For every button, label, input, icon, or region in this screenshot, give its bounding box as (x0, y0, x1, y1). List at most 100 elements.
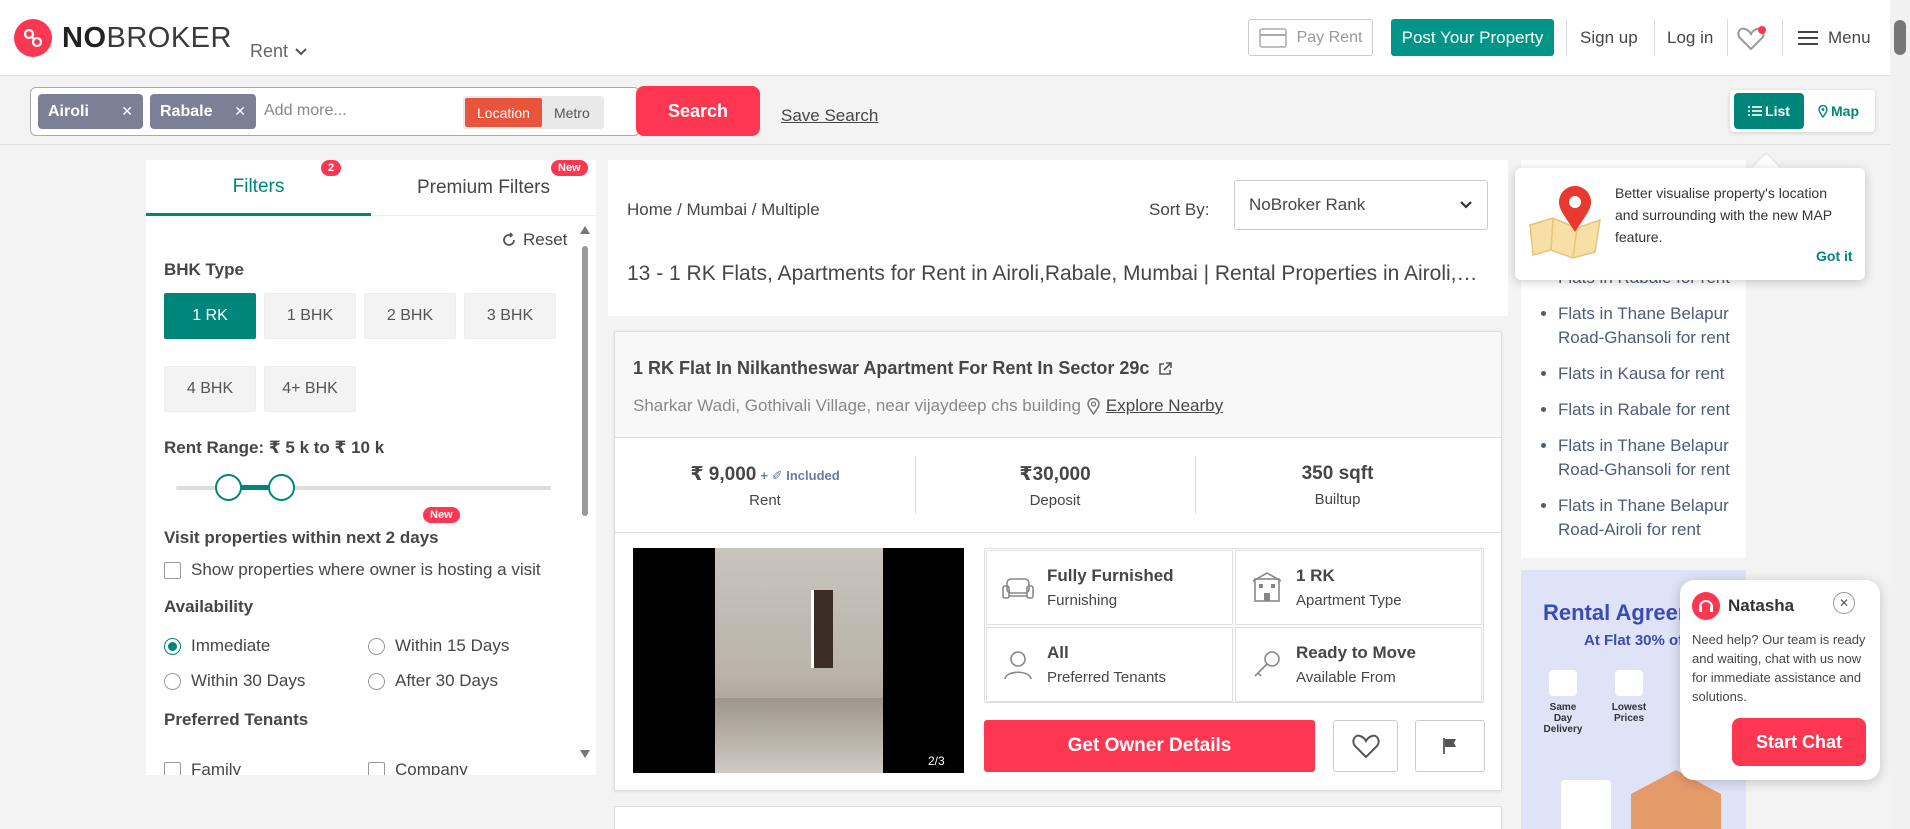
sort-by-label: Sort By: (1149, 200, 1210, 219)
get-owner-details-button[interactable]: Get Owner Details (984, 720, 1315, 772)
map-view-button[interactable]: Map (1818, 103, 1859, 119)
sign-up-link[interactable]: Sign up (1580, 28, 1638, 48)
agent-avatar (1692, 592, 1720, 620)
availability-label: Availability (164, 597, 254, 616)
max-rent-handle[interactable] (268, 474, 295, 501)
property-stats: ₹ 9,000 + ✐ Included Rent ₹30,000 Deposi… (615, 438, 1501, 533)
checkbox-label: Show properties where owner is hosting a… (191, 560, 541, 579)
availability-immediate[interactable]: Immediate (164, 636, 270, 656)
amenity-label: Preferred Tenants (1047, 669, 1166, 686)
shortlist-heart-icon[interactable] (1737, 26, 1767, 56)
filter-scrollbar[interactable] (580, 222, 590, 762)
post-property-button[interactable]: Post Your Property (1391, 19, 1554, 56)
logo-mark-icon (14, 19, 52, 57)
amenity-value: All (1047, 643, 1069, 662)
rent-label: Rent (749, 491, 781, 509)
locality-search-box[interactable]: Airoli ✕ Rabale ✕ Add more... Location M… (30, 87, 640, 136)
reset-label: Reset (523, 230, 568, 249)
locality-chip[interactable]: Airoli ✕ (38, 94, 143, 129)
location-toggle[interactable]: Location (465, 98, 542, 127)
checkbox[interactable] (164, 761, 181, 775)
radio-button[interactable] (368, 672, 385, 690)
start-chat-button[interactable]: Start Chat (1732, 718, 1866, 766)
bhk-option-4plus-bhk[interactable]: 4+ BHK (264, 366, 356, 412)
pay-rent-button[interactable]: Pay Rent (1248, 19, 1373, 56)
bhk-option-1bhk[interactable]: 1 BHK (264, 293, 356, 339)
credit-card-icon (1258, 27, 1287, 48)
min-rent-handle[interactable] (215, 474, 242, 501)
rent-included-note: + ✐ Included (760, 467, 840, 483)
related-link[interactable]: Flats in Thane Belapur Road-Ghansoli for… (1558, 302, 1738, 350)
related-link[interactable]: Flats in Kausa for rent (1558, 362, 1738, 386)
map-illustration-icon (1529, 186, 1601, 259)
explore-nearby-link[interactable]: Explore Nearby (1106, 396, 1223, 416)
breadcrumb[interactable]: Home / Mumbai / Multiple (627, 200, 820, 220)
bhk-option-1rk[interactable]: 1 RK (164, 293, 256, 339)
new-badge: New (551, 160, 588, 176)
tooltip-text: Better visualise property's location and… (1615, 185, 1832, 245)
bhk-option-4bhk[interactable]: 4 BHK (164, 366, 256, 412)
locality-chip[interactable]: Rabale ✕ (150, 94, 256, 129)
sort-select[interactable]: NoBroker Rank (1234, 180, 1488, 230)
rent-dropdown[interactable]: Rent (250, 41, 308, 62)
tenant-company-checkbox[interactable]: Company (368, 760, 468, 775)
delivery-icon (1549, 670, 1577, 696)
close-chat-icon[interactable]: ✕ (1833, 592, 1855, 614)
add-more-input[interactable]: Add more... (264, 102, 347, 120)
report-button[interactable] (1415, 720, 1485, 772)
remove-chip-icon[interactable]: ✕ (121, 103, 133, 120)
radio-button[interactable] (164, 672, 181, 690)
builtup-stat: 350 sqft Builtup (1195, 438, 1480, 533)
page-scrollbar-thumb[interactable] (1894, 20, 1906, 55)
radio-button[interactable] (368, 637, 385, 655)
sofa-icon (1002, 578, 1034, 599)
page-scrollbar[interactable] (1890, 0, 1910, 829)
building-icon (1252, 572, 1282, 602)
metro-toggle[interactable]: Metro (542, 98, 602, 127)
deposit-value: ₹30,000 (1019, 463, 1091, 485)
availability-30-days[interactable]: Within 30 Days (164, 671, 305, 691)
checkbox[interactable] (164, 561, 181, 579)
log-in-link[interactable]: Log in (1667, 28, 1713, 48)
amenity-value: Ready to Move (1296, 643, 1416, 662)
property-title-text[interactable]: 1 RK Flat In Nilkantheswar Apartment For… (633, 358, 1149, 379)
radio-button[interactable] (164, 637, 181, 655)
banner-title: Rental Agreem (1543, 600, 1698, 625)
location-metro-toggle[interactable]: Location Metro (463, 96, 604, 129)
related-link[interactable]: Flats in Rabale for rent (1558, 398, 1738, 422)
remove-chip-icon[interactable]: ✕ (234, 103, 246, 120)
search-button[interactable]: Search (636, 86, 760, 136)
external-link-icon[interactable] (1157, 361, 1173, 377)
tenant-family-checkbox[interactable]: Family (164, 760, 241, 775)
chat-message: Need help? Our team is ready and waiting… (1692, 632, 1866, 704)
property-address: Sharkar Wadi, Gothivali Village, near vi… (633, 396, 1223, 416)
reset-icon (503, 232, 515, 246)
filter-panel: Filters Premium Filters 2 New Reset BHK … (146, 160, 596, 775)
radio-label: Immediate (191, 636, 271, 655)
checkbox[interactable] (368, 761, 385, 775)
related-link[interactable]: Flats in Thane Belapur Road-Airoli for r… (1558, 494, 1738, 542)
bhk-option-2bhk[interactable]: 2 BHK (364, 293, 456, 339)
results-header-card: Home / Mumbai / Multiple Sort By: NoBrok… (608, 160, 1508, 316)
availability-after-30-days[interactable]: After 30 Days (368, 671, 498, 691)
save-search-link[interactable]: Save Search (781, 106, 878, 126)
owner-visit-checkbox[interactable]: Show properties where owner is hosting a… (164, 560, 541, 580)
hamburger-icon (1798, 31, 1818, 45)
availability-15-days[interactable]: Within 15 Days (368, 636, 509, 656)
list-map-toggle[interactable]: List Map (1730, 90, 1875, 132)
chat-widget: Natasha ✕ Need help? Our team is ready a… (1680, 580, 1880, 780)
reset-button[interactable]: Reset (501, 230, 567, 250)
got-it-button[interactable]: Got it (1816, 248, 1853, 264)
checkbox-label: Company (395, 760, 468, 775)
next-property-card[interactable] (614, 806, 1502, 829)
menu-button[interactable]: Menu (1798, 28, 1871, 48)
favorite-button[interactable] (1333, 720, 1398, 772)
list-view-button[interactable]: List (1734, 93, 1804, 129)
nobroker-logo[interactable]: NOBROKER (14, 19, 232, 57)
property-card[interactable]: 1 RK Flat In Nilkantheswar Apartment For… (614, 331, 1502, 791)
property-photo[interactable]: 2/3 (633, 548, 964, 773)
logo-text: NOBROKER (62, 21, 232, 54)
related-link[interactable]: Flats in Thane Belapur Road-Ghansoli for… (1558, 434, 1738, 482)
property-title[interactable]: 1 RK Flat In Nilkantheswar Apartment For… (633, 358, 1173, 379)
bhk-option-3bhk[interactable]: 3 BHK (464, 293, 556, 339)
